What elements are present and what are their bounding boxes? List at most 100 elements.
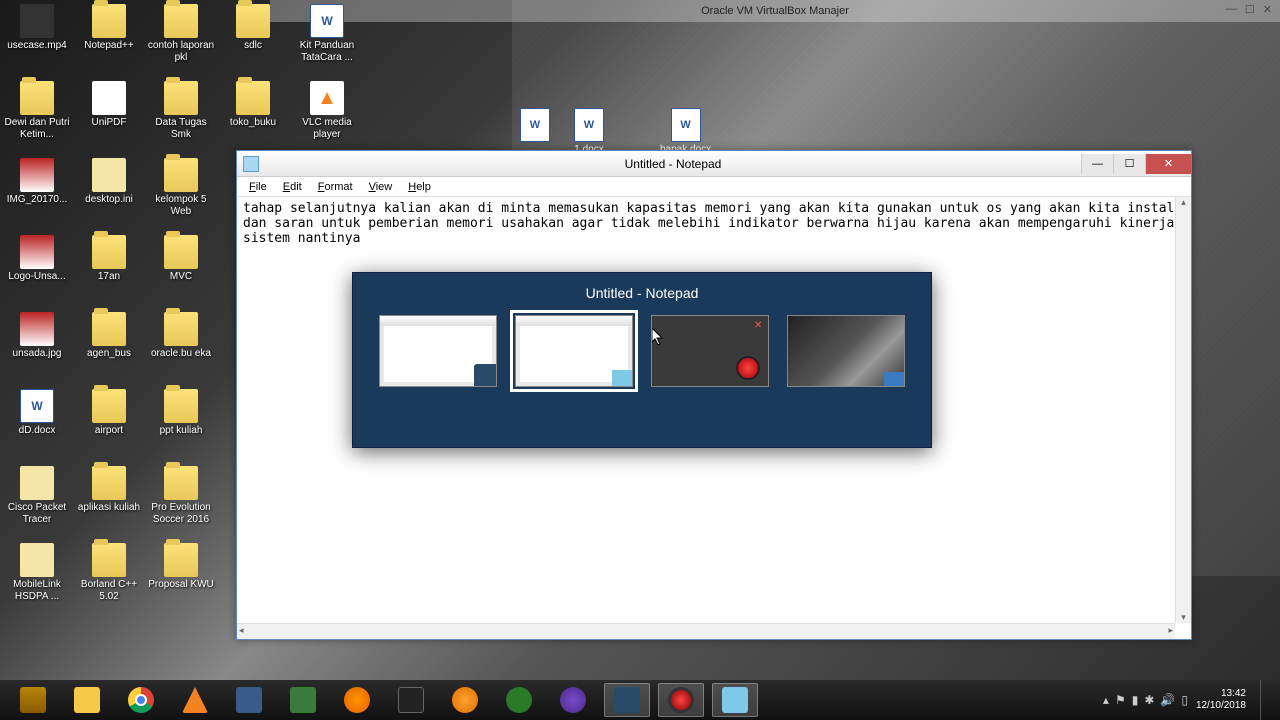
folder-icon (92, 312, 126, 346)
chevron-up-icon[interactable]: ▴ (1103, 693, 1109, 707)
close-icon[interactable]: ✕ (1263, 3, 1272, 16)
taskbar-notepad[interactable] (712, 683, 758, 717)
taskbar-app[interactable] (550, 683, 596, 717)
desktop-icon[interactable]: airport (74, 387, 144, 464)
alt-tab-item-recorder[interactable]: ✕ (651, 315, 769, 387)
bluetooth-icon[interactable]: ✱ (1144, 693, 1154, 707)
menu-help[interactable]: Help (400, 179, 439, 195)
desktop-icon[interactable]: Pro Evolution Soccer 2016 (146, 464, 216, 541)
desktop-icon[interactable]: oracle.bu eka (146, 310, 216, 387)
terminal-icon (398, 687, 424, 713)
desktop-icon[interactable]: Data Tugas Smk (146, 79, 216, 156)
taskbar-app[interactable] (442, 683, 488, 717)
taskbar-app[interactable] (280, 683, 326, 717)
desktop-icon-label: UniPDF (91, 117, 126, 129)
desktop-file[interactable]: W1.docx (574, 108, 604, 155)
network-icon[interactable]: ▮ (1132, 693, 1139, 707)
folder-icon (236, 81, 270, 115)
notepad-icon (722, 687, 748, 713)
flag-icon[interactable]: ⚑ (1115, 693, 1126, 707)
desktop-icon[interactable]: Notepad++ (74, 2, 144, 79)
desktop-icon[interactable]: MobileLink HSDPA ... (2, 541, 72, 618)
desktop-icon[interactable]: 17an (74, 233, 144, 310)
folder-icon (20, 81, 54, 115)
desktop-file[interactable]: Wbapak.docx (660, 108, 711, 155)
desktop-icon-label: Data Tugas Smk (147, 117, 215, 140)
desktop-icon[interactable]: W Kit Panduan TataCara ... (292, 2, 362, 63)
desktop-icon[interactable]: ▲ VLC media player (292, 79, 362, 140)
horizontal-scrollbar[interactable] (237, 623, 1175, 639)
desktop-icon-label: IMG_20170... (7, 194, 68, 206)
media-icon (20, 4, 54, 38)
tray-icons[interactable]: ▴ ⚑ ▮ ✱ 🔊 ▯ (1103, 693, 1188, 707)
menu-file[interactable]: File (241, 179, 275, 195)
desktop-icon[interactable]: toko_buku (218, 79, 288, 156)
desktop-icon[interactable]: UniPDF (74, 79, 144, 156)
alt-tab-item-notepad[interactable] (515, 315, 633, 387)
alt-tab-item-desktop[interactable] (787, 315, 905, 387)
maximize-button[interactable]: ☐ (1113, 154, 1145, 174)
notepad-titlebar[interactable]: Untitled - Notepad — ☐ ✕ (237, 151, 1191, 177)
maximize-icon[interactable]: ☐ (1245, 3, 1255, 16)
desktop-icon[interactable]: ppt kuliah (146, 387, 216, 464)
desktop-icon[interactable]: desktop.ini (74, 156, 144, 233)
taskbar-vlc[interactable] (172, 683, 218, 717)
desktop-icon[interactable]: Proposal KWU (146, 541, 216, 618)
desktop-icon[interactable]: aplikasi kuliah (74, 464, 144, 541)
menu-view[interactable]: View (361, 179, 401, 195)
show-desktop-button[interactable] (1260, 680, 1268, 720)
desktop-icon[interactable]: MVC (146, 233, 216, 310)
desktop-icon-label: Logo-Unsa... (8, 271, 65, 283)
vertical-scrollbar[interactable] (1175, 197, 1191, 623)
folder-icon (164, 81, 198, 115)
desktop-icon-label: kelompok 5 Web (147, 194, 215, 217)
desktop-icon[interactable]: WdD.docx (2, 387, 72, 464)
taskbar-clock[interactable]: 13:42 12/10/2018 (1196, 688, 1246, 712)
menu-edit[interactable]: Edit (275, 179, 310, 195)
record-icon (668, 687, 694, 713)
desktop-icon[interactable]: kelompok 5 Web (146, 156, 216, 233)
taskbar-explorer[interactable] (64, 683, 110, 717)
desktop-icon-label: Pro Evolution Soccer 2016 (147, 502, 215, 525)
taskbar-virtualbox[interactable] (604, 683, 650, 717)
notepad-title: Untitled - Notepad (265, 157, 1081, 171)
start-button[interactable] (10, 683, 56, 717)
folder-icon (92, 235, 126, 269)
menu-format[interactable]: Format (310, 179, 361, 195)
taskbar-cmd[interactable] (388, 683, 434, 717)
alt-tab-switcher[interactable]: Untitled - Notepad ✕ (352, 272, 932, 448)
desktop-icon[interactable]: Logo-Unsa... (2, 233, 72, 310)
window-controls: — ☐ ✕ (1081, 154, 1191, 174)
desktop-icon-label: contoh laporan pkl (147, 40, 215, 63)
minimize-button[interactable]: — (1081, 154, 1113, 174)
desktop-icon[interactable]: Dewi dan Putri Ketim... (2, 79, 72, 156)
volume-icon[interactable]: 🔊 (1160, 693, 1175, 707)
taskbar-recorder[interactable] (658, 683, 704, 717)
desktop-icon[interactable]: IMG_20170... (2, 156, 72, 233)
close-button[interactable]: ✕ (1145, 154, 1191, 174)
desktop-icon[interactable]: usecase.mp4 (2, 2, 72, 79)
minimize-icon[interactable]: — (1226, 3, 1237, 16)
alt-tab-item-virtualbox[interactable] (379, 315, 497, 387)
taskbar-app[interactable] (226, 683, 272, 717)
folder-icon (92, 389, 126, 423)
folder-icon (164, 543, 198, 577)
desktop-icon[interactable]: unsada.jpg (2, 310, 72, 387)
taskbar-firefox[interactable] (334, 683, 380, 717)
desktop-icon-label: Kit Panduan TataCara ... (293, 40, 361, 63)
desktop-icon[interactable]: Borland C++ 5.02 (74, 541, 144, 618)
desktop-icon[interactable]: contoh laporan pkl (146, 2, 216, 79)
desktop-icon[interactable]: Cisco Packet Tracer (2, 464, 72, 541)
virtualbox-title: Oracle VM VirtualBox Manajer (701, 5, 849, 17)
battery-icon[interactable]: ▯ (1181, 693, 1188, 707)
firefox-icon (344, 687, 370, 713)
desktop-icon-label: ppt kuliah (160, 425, 203, 437)
virtualbox-titlebar: Oracle VM VirtualBox Manajer — ☐ ✕ (270, 0, 1280, 22)
taskbar-app[interactable] (496, 683, 542, 717)
desktop-icon[interactable]: agen_bus (74, 310, 144, 387)
taskbar-chrome[interactable] (118, 683, 164, 717)
desktop-file[interactable]: W (520, 108, 550, 144)
desktop-icon[interactable]: sdlc (218, 2, 288, 79)
desktop-icon-label: toko_buku (230, 117, 276, 129)
desktop-icon-label: aplikasi kuliah (78, 502, 140, 514)
